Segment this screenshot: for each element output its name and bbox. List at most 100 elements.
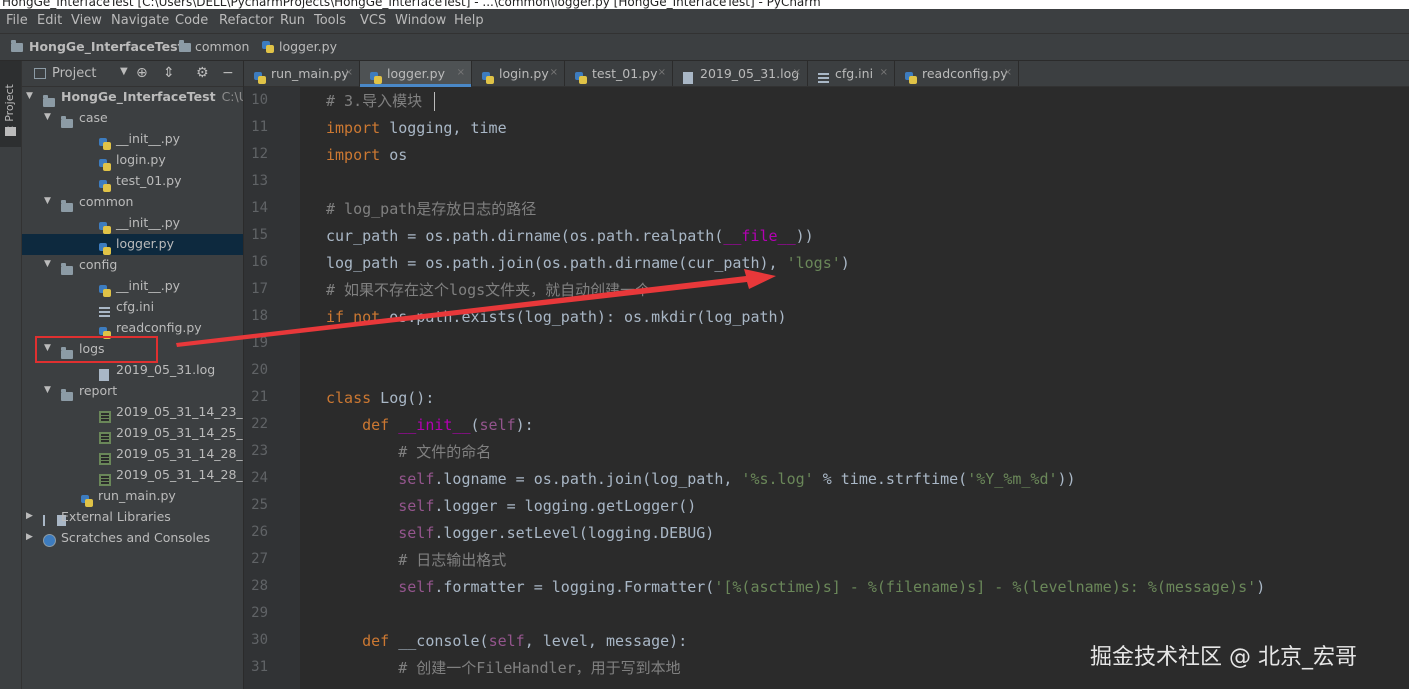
tab-2019-05-31-log[interactable]: 2019_05_31.log × — [673, 61, 808, 86]
code-line: cur_path = os.path.dirname(os.path.realp… — [326, 227, 814, 245]
ini-file-icon — [818, 73, 829, 83]
tab-login-py[interactable]: login.py × — [472, 61, 565, 86]
expand-arrow-icon[interactable]: ▼ — [44, 343, 51, 353]
tab-label: 2019_05_31.log — [700, 66, 800, 81]
tree-item[interactable]: ▶ Scratches and Consoles — [22, 528, 243, 549]
code-line: log_path = os.path.join(os.path.dirname(… — [326, 254, 850, 272]
breadcrumb-project[interactable]: HongGe_InterfaceTest — [29, 39, 184, 54]
close-icon[interactable]: × — [1004, 67, 1012, 78]
menu-file[interactable]: File — [6, 13, 28, 28]
tab-readconfig-py[interactable]: readconfig.py × — [895, 61, 1019, 86]
close-icon[interactable]: × — [793, 67, 801, 78]
code-line: import logging, time — [326, 119, 507, 137]
line-number: 28 — [251, 578, 268, 594]
expand-arrow-icon[interactable]: ▼ — [26, 91, 33, 101]
tree-item-text: HongGe_InterfaceTest — [61, 89, 216, 104]
code-line: if not os.path.exists(log_path): os.mkdi… — [326, 308, 787, 326]
tab-icon-wrap — [575, 67, 587, 86]
code-line: import os — [326, 146, 408, 164]
code-line: self.logname = os.path.join(log_path, '%… — [398, 470, 1076, 488]
close-icon[interactable]: × — [880, 67, 888, 78]
close-icon[interactable]: × — [345, 67, 353, 78]
tree-item[interactable]: 2019_05_31_14_28_45resu — [22, 465, 243, 486]
tree-item[interactable]: cfg.ini — [22, 297, 243, 318]
tree-item-label: HongGe_InterfaceTest C:\Users — [61, 89, 243, 104]
tab-logger-py[interactable]: logger.py × — [360, 61, 472, 87]
tree-item[interactable]: __init__.py — [22, 213, 243, 234]
tree-item[interactable]: ▼ config — [22, 255, 243, 276]
view-dropdown-icon[interactable]: ▼ — [120, 66, 128, 77]
collapse-arrow-icon[interactable]: ▶ — [26, 511, 33, 521]
tree-item[interactable]: 2019_05_31.log — [22, 360, 243, 381]
menu-refactor[interactable]: Refactor — [219, 13, 274, 28]
code-line: # log_path是存放日志的路径 — [326, 200, 537, 218]
tree-item[interactable]: ▼ logs — [22, 339, 243, 360]
tab-run-main-py[interactable]: run_main.py × — [244, 61, 360, 86]
folder-icon — [61, 200, 73, 212]
menu-vcs[interactable]: VCS — [360, 13, 386, 28]
python-file-icon — [262, 41, 274, 53]
close-icon[interactable]: × — [457, 67, 465, 78]
collapse-arrow-icon[interactable]: ▶ — [26, 532, 33, 542]
tree-item-text: Scratches and Consoles — [61, 530, 211, 545]
tree-item-text: readconfig.py — [116, 320, 202, 335]
tree-item[interactable]: ▶ External Libraries — [22, 507, 243, 528]
tree-item[interactable]: 2019_05_31_14_25_30resu — [22, 423, 243, 444]
menu-tools[interactable]: Tools — [314, 13, 346, 28]
menu-edit[interactable]: Edit — [37, 13, 62, 28]
tree-item[interactable]: logger.py — [22, 234, 243, 255]
project-view-icon — [34, 68, 46, 79]
menu-navigate[interactable]: Navigate — [111, 13, 169, 28]
tree-item[interactable]: run_main.py — [22, 486, 243, 507]
menu-code[interactable]: Code — [175, 13, 208, 28]
breadcrumb-folder[interactable]: common — [195, 39, 249, 54]
tree-item[interactable]: ▼ report — [22, 381, 243, 402]
tree-item-text: 2019_05_31_14_28_45resu — [116, 467, 243, 482]
tab-icon-wrap — [370, 67, 382, 86]
collapse-all-icon[interactable]: ⇕ — [163, 65, 175, 81]
menu-run[interactable]: Run — [280, 13, 305, 28]
tree-item[interactable]: ▼ case — [22, 108, 243, 129]
tree-item[interactable]: __init__.py — [22, 129, 243, 150]
tree-item[interactable]: 2019_05_31_14_28_00resu — [22, 444, 243, 465]
expand-arrow-icon[interactable]: ▼ — [44, 259, 51, 269]
hide-panel-icon[interactable]: − — [222, 65, 234, 81]
tree-item[interactable]: ▼ common — [22, 192, 243, 213]
menu-bar: File Edit View Navigate Code Refactor Run Tools… — [0, 9, 1409, 34]
expand-arrow-icon[interactable]: ▼ — [44, 385, 51, 395]
tree-item[interactable]: login.py — [22, 150, 243, 171]
close-icon[interactable]: × — [658, 67, 666, 78]
expand-arrow-icon[interactable]: ▼ — [44, 112, 51, 122]
tree-item[interactable]: __init__.py — [22, 276, 243, 297]
python-file-icon — [99, 180, 111, 192]
breadcrumb-file[interactable]: logger.py — [279, 39, 337, 54]
tree-item-label: login.py — [116, 152, 166, 167]
tree-item[interactable]: test_01.py — [22, 171, 243, 192]
tab-cfg-ini[interactable]: cfg.ini × — [808, 61, 895, 86]
expand-arrow-icon[interactable]: ▼ — [44, 196, 51, 206]
editor-tab-bar: run_main.py × logger.py × login.py × test_01.p… — [244, 61, 1409, 87]
tree-item[interactable]: readconfig.py — [22, 318, 243, 339]
menu-window[interactable]: Window — [395, 13, 446, 28]
locate-file-icon[interactable]: ⊕ — [136, 65, 148, 81]
python-file-icon — [370, 72, 382, 84]
window-title-bar: HongGe_InterfaceTest [C:\Users\DELL\Pych… — [0, 0, 1409, 9]
report-file-icon — [99, 432, 111, 444]
tree-item-text: logs — [79, 341, 105, 356]
code-line: # 如果不存在这个logs文件夹，就自动创建一个 — [326, 281, 651, 299]
tab-icon-wrap — [482, 67, 494, 86]
line-number: 27 — [251, 551, 268, 567]
settings-gear-icon[interactable]: ⚙ — [196, 65, 209, 81]
code-editor[interactable]: # 3.导入模块 import logging, time import os # l… — [300, 87, 1409, 689]
tree-item-text: common — [79, 194, 134, 209]
project-path: C:\Users — [221, 89, 243, 104]
menu-help[interactable]: Help — [454, 13, 484, 28]
project-panel-title[interactable]: Project — [52, 66, 96, 81]
tree-item[interactable]: ▼ HongGe_InterfaceTest C:\Users — [22, 87, 243, 108]
tree-item[interactable]: 2019_05_31_14_23_00resu — [22, 402, 243, 423]
close-icon[interactable]: × — [550, 67, 558, 78]
menu-view[interactable]: View — [71, 13, 102, 28]
project-folder-icon — [11, 40, 23, 52]
project-tree: ▼ HongGe_InterfaceTest C:\Users ▼ case __init… — [22, 87, 243, 689]
tab-test-01-py[interactable]: test_01.py × — [565, 61, 673, 86]
